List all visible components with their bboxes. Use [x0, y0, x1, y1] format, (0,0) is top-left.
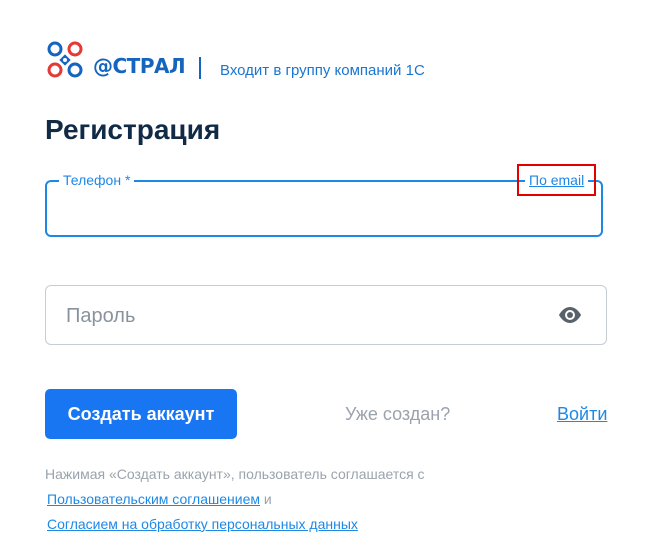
switch-to-email-link[interactable]: По email — [516, 164, 597, 196]
consent-and: и — [263, 491, 272, 507]
password-field[interactable] — [45, 285, 607, 345]
phone-input[interactable] — [59, 196, 503, 224]
personal-data-consent-link[interactable]: Согласием на обработку персональных данн… — [47, 516, 358, 532]
brand-name: @СТРАЛ — [93, 54, 186, 78]
create-account-button[interactable]: Создать аккаунт — [45, 389, 237, 439]
phone-label: Телефон * — [59, 172, 135, 188]
brand-tagline: Входит в группу компаний 1С — [220, 62, 425, 79]
password-input[interactable] — [64, 300, 528, 332]
login-link[interactable]: Войти — [557, 404, 607, 425]
page-title: Регистрация — [45, 114, 221, 145]
eye-icon[interactable] — [556, 304, 584, 326]
astral-logo-icon — [47, 41, 83, 78]
consent-text: Нажимая «Создать аккаунт», пользователь … — [45, 462, 425, 537]
consent-intro: Нажимая «Создать аккаунт», пользователь … — [45, 466, 425, 482]
user-agreement-link[interactable]: Пользовательским соглашением — [47, 491, 260, 507]
header-divider — [199, 57, 201, 79]
already-registered-text: Уже создан? — [345, 404, 451, 424]
header: @СТРАЛ Входит в группу компаний 1С — [45, 40, 605, 90]
phone-field[interactable]: Телефон * По email — [45, 164, 603, 237]
